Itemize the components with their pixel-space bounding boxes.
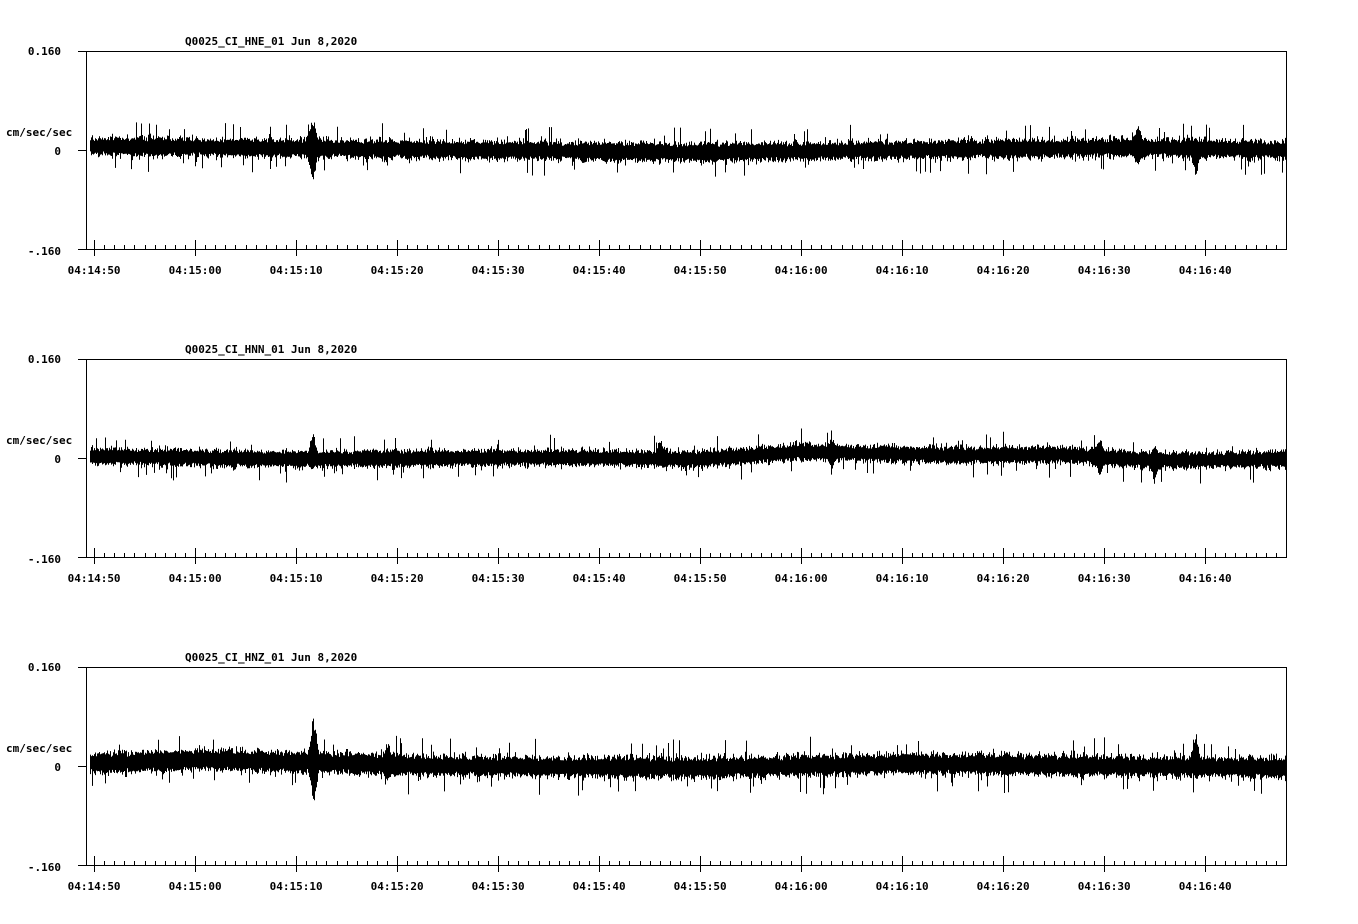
y-axis-label: cm/sec/sec	[6, 126, 72, 139]
xtick-label: 04:15:30	[472, 572, 525, 585]
xtick-label: 04:15:20	[371, 572, 424, 585]
xtick-label: 04:14:50	[68, 880, 121, 893]
ytick-bottom-label: -.160	[28, 245, 61, 258]
panel-title: Q0025_CI_HNE_01 Jun 8,2020	[185, 35, 357, 48]
panel-title: Q0025_CI_HNN_01 Jun 8,2020	[185, 343, 357, 356]
x-axis-tick-labels: 04:14:50 04:15:00 04:15:10 04:15:20 04:1…	[68, 572, 1232, 585]
y-axis-label: cm/sec/sec	[6, 742, 72, 755]
panel-hne: Q0025_CI_HNE_01 Jun 8,2020 0.160 0 -.160…	[6, 35, 1287, 277]
xtick-label: 04:16:30	[1078, 572, 1131, 585]
xtick-label: 04:15:50	[674, 880, 727, 893]
xtick-label: 04:16:40	[1179, 264, 1232, 277]
ytick-zero-label: 0	[54, 453, 61, 466]
xtick-label: 04:16:40	[1179, 880, 1232, 893]
ytick-top-label: 0.160	[28, 661, 61, 674]
xtick-label: 04:15:00	[169, 264, 222, 277]
xtick-label: 04:16:10	[876, 264, 929, 277]
xtick-label: 04:16:00	[775, 264, 828, 277]
xtick-label: 04:14:50	[68, 264, 121, 277]
xtick-label: 04:16:00	[775, 880, 828, 893]
xtick-label: 04:15:40	[573, 572, 626, 585]
xtick-label: 04:15:00	[169, 880, 222, 893]
waveform-trace-hnn	[90, 428, 1287, 484]
xtick-label: 04:16:20	[977, 264, 1030, 277]
xtick-label: 04:15:50	[674, 572, 727, 585]
xtick-label: 04:15:00	[169, 572, 222, 585]
xtick-label: 04:16:30	[1078, 880, 1131, 893]
xtick-label: 04:14:50	[68, 572, 121, 585]
xtick-label: 04:16:30	[1078, 264, 1131, 277]
xtick-label: 04:16:20	[977, 572, 1030, 585]
xtick-label: 04:16:00	[775, 572, 828, 585]
xtick-label: 04:15:40	[573, 264, 626, 277]
xtick-label: 04:15:10	[270, 880, 323, 893]
xtick-label: 04:15:30	[472, 264, 525, 277]
xtick-label: 04:16:40	[1179, 572, 1232, 585]
xtick-label: 04:15:10	[270, 264, 323, 277]
xtick-label: 04:15:20	[371, 880, 424, 893]
waveform-trace-hnz	[90, 718, 1287, 801]
xtick-label: 04:15:40	[573, 880, 626, 893]
panel-title: Q0025_CI_HNZ_01 Jun 8,2020	[185, 651, 357, 664]
xtick-label: 04:16:10	[876, 880, 929, 893]
xtick-label: 04:16:20	[977, 880, 1030, 893]
ytick-bottom-label: -.160	[28, 861, 61, 874]
xtick-label: 04:15:30	[472, 880, 525, 893]
xtick-label: 04:15:10	[270, 572, 323, 585]
ytick-top-label: 0.160	[28, 45, 61, 58]
ytick-zero-label: 0	[54, 145, 61, 158]
y-axis-label: cm/sec/sec	[6, 434, 72, 447]
seismogram-figure: Q0025_CI_HNE_01 Jun 8,2020 0.160 0 -.160…	[6, 35, 1287, 893]
panel-hnn: Q0025_CI_HNN_01 Jun 8,2020 0.160 0 -.160…	[6, 343, 1287, 585]
panel-hnz: Q0025_CI_HNZ_01 Jun 8,2020 0.160 0 -.160…	[6, 651, 1287, 893]
ytick-zero-label: 0	[54, 761, 61, 774]
x-axis-tick-labels: 04:14:50 04:15:00 04:15:10 04:15:20 04:1…	[68, 880, 1232, 893]
ytick-bottom-label: -.160	[28, 553, 61, 566]
waveform-trace-hne	[90, 122, 1287, 180]
x-axis-tick-labels: 04:14:50 04:15:00 04:15:10 04:15:20 04:1…	[68, 264, 1232, 277]
ytick-top-label: 0.160	[28, 353, 61, 366]
xtick-label: 04:16:10	[876, 572, 929, 585]
xtick-label: 04:15:50	[674, 264, 727, 277]
xtick-label: 04:15:20	[371, 264, 424, 277]
